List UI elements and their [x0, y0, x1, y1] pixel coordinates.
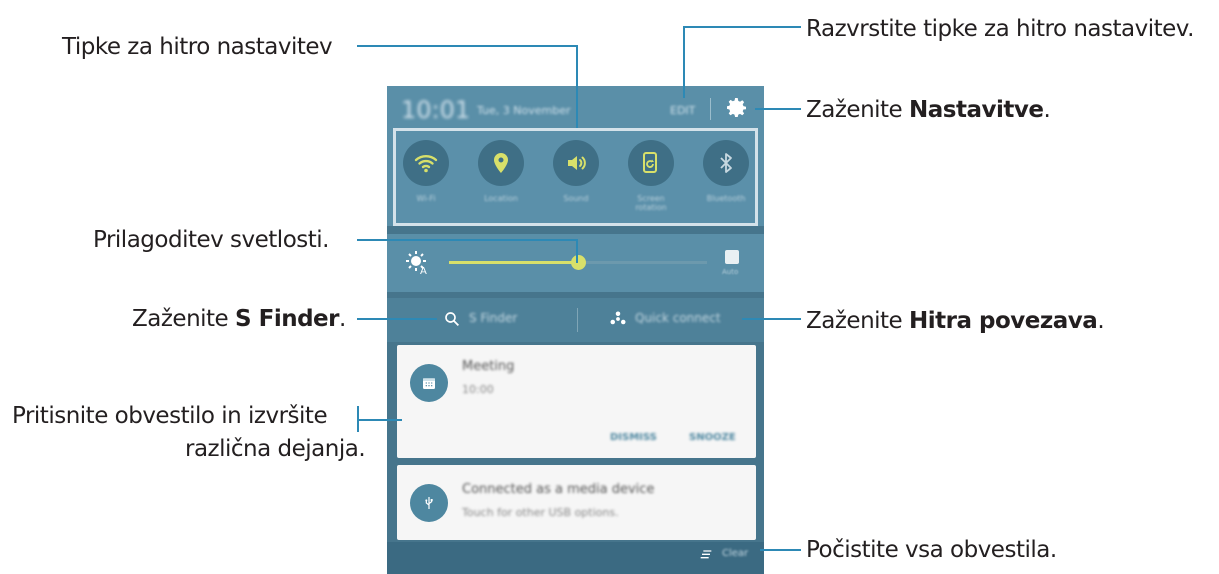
bar-divider: [577, 308, 578, 332]
label-sfinder-bold: S Finder: [235, 306, 339, 332]
callout-line-clear-all: [760, 549, 801, 551]
label-quick-connect-suffix: .: [1097, 308, 1105, 334]
bluetooth-toggle[interactable]: [703, 140, 749, 186]
quick-connect-icon[interactable]: [609, 310, 627, 328]
label-brightness: Prilagoditev svetlosti.: [93, 227, 329, 253]
notification-subtitle: 10:00: [462, 383, 494, 396]
label-quick-connect-prefix: Zaženite: [806, 308, 910, 334]
notification-panel: 10:01 Tue, 3 November EDIT Wi-Fi Locatio…: [387, 86, 764, 574]
brightness-auto-icon: A: [406, 251, 427, 275]
callout-line-brightness-v: [576, 239, 578, 263]
label-settings-bold: Nastavitve: [909, 97, 1044, 123]
label-quick-connect: Zaženite Hitra povezava.: [806, 307, 1105, 335]
callout-line-quick-connect: [742, 318, 801, 320]
notification-subtitle: Touch for other USB options.: [462, 506, 619, 519]
clear-icon[interactable]: [698, 547, 714, 563]
clock-time: 10:01: [401, 96, 471, 124]
edit-button[interactable]: EDIT: [670, 104, 695, 117]
notification-title: Meeting: [462, 359, 515, 374]
sound-label: Sound: [563, 194, 589, 203]
label-rearrange: Razvrstite tipke za hitro nastavitev.: [806, 16, 1194, 42]
label-sfinder: Zaženite S Finder.: [132, 305, 346, 333]
callout-line-quick-buttons-v: [576, 45, 578, 128]
bluetooth-label: Bluetooth: [706, 194, 746, 203]
label-quick-buttons: Tipke za hitro nastavitev: [62, 34, 333, 60]
callout-line-sfinder: [357, 318, 437, 320]
sound-icon: [568, 156, 586, 170]
location-toggle[interactable]: [478, 140, 524, 186]
gear-icon[interactable]: [725, 96, 749, 120]
auto-brightness-label: Auto: [722, 268, 739, 276]
callout-line-quick-buttons: [357, 45, 578, 47]
clock-date: Tue, 3 November: [477, 104, 571, 117]
s-finder-button[interactable]: S Finder: [469, 311, 517, 325]
location-icon: [494, 153, 508, 173]
screen-rotation-toggle[interactable]: [628, 140, 674, 186]
screen-rotation-icon: [643, 152, 657, 173]
calendar-icon: [410, 364, 448, 402]
sound-toggle[interactable]: [553, 140, 599, 186]
callout-line-notification: [357, 419, 402, 421]
header-divider: [710, 98, 711, 120]
svg-text:A: A: [420, 266, 427, 275]
label-sfinder-suffix: .: [338, 306, 346, 332]
auto-brightness-checkbox[interactable]: [725, 250, 739, 264]
callout-line-settings: [755, 108, 801, 110]
search-icon[interactable]: [443, 310, 461, 328]
notification-title: Connected as a media device: [462, 482, 655, 497]
label-sfinder-prefix: Zaženite: [132, 306, 236, 332]
brightness-fill: [449, 261, 578, 264]
label-notification-line1: Pritisnite obvestilo in izvršite: [12, 403, 328, 429]
callout-line-brightness: [357, 239, 578, 241]
wifi-label: Wi-Fi: [416, 194, 436, 203]
screen-rotation-label: Screen rotation: [635, 194, 667, 212]
brightness-slider-thumb[interactable]: [571, 255, 586, 270]
bluetooth-icon: [720, 153, 732, 173]
label-clear-all: Počistite vsa obvestila.: [806, 537, 1057, 563]
label-notification-line2: različna dejanja.: [185, 436, 366, 462]
quick-connect-button[interactable]: Quick connect: [635, 311, 721, 325]
notification-card-usb[interactable]: Connected as a media device Touch for ot…: [397, 465, 756, 540]
dismiss-button[interactable]: DISMISS: [610, 432, 657, 443]
label-settings-suffix: .: [1043, 97, 1051, 123]
label-settings: Zaženite Nastavitve.: [806, 96, 1051, 124]
location-label: Location: [484, 194, 518, 203]
callout-line-rearrange: [683, 26, 801, 28]
wifi-toggle[interactable]: [403, 140, 449, 186]
label-settings-prefix: Zaženite: [806, 97, 910, 123]
snooze-button[interactable]: SNOOZE: [689, 432, 736, 443]
clear-button[interactable]: Clear: [722, 548, 748, 559]
callout-line-rearrange-v: [683, 26, 685, 98]
label-quick-connect-bold: Hitra povezava: [909, 308, 1098, 334]
callout-line-notification-v: [357, 406, 359, 432]
notification-card-meeting[interactable]: Meeting 10:00 DISMISS SNOOZE: [397, 345, 756, 458]
usb-icon: [410, 484, 448, 522]
wifi-icon: [414, 155, 438, 173]
